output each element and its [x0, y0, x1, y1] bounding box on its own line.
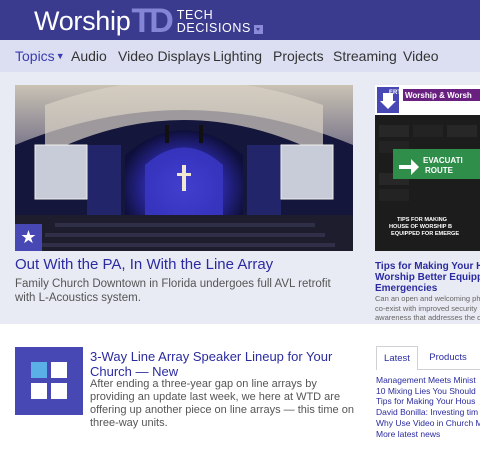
hero-image[interactable]	[15, 85, 353, 251]
latest-news-list: Management Meets Minist 10 Mixing Lies Y…	[376, 375, 480, 439]
sidebar-feature-image[interactable]: ERT ES Worship & Worsh EVACUATI ROUTE TI…	[375, 85, 480, 251]
evacuation-sign-illustration: ERT ES Worship & Worsh EVACUATI ROUTE TI…	[375, 85, 480, 251]
latest-news-item[interactable]: Management Meets Minist	[376, 375, 480, 386]
nav-item-video[interactable]: Video	[403, 48, 439, 64]
star-icon: ★	[15, 224, 42, 251]
grid-square	[31, 362, 47, 378]
main-nav: Topics▼ Audio Video Displays Lighting Pr…	[0, 40, 480, 72]
logo-dropdown-icon	[253, 24, 263, 34]
article-thumbnail[interactable]	[15, 347, 83, 415]
latest-news-item[interactable]: Tips for Making Your Hous	[376, 396, 480, 407]
feature-caption-3: EQUIPPED FOR EMERGE	[391, 231, 459, 237]
hero-description: Family Church Downtown in Florida underg…	[15, 278, 331, 304]
tab-latest[interactable]: Latest	[376, 346, 418, 370]
feature-caption-2: HOUSE OF WORSHIP B	[389, 224, 452, 230]
nav-item-audio[interactable]: Audio	[71, 48, 107, 64]
latest-news-item[interactable]: David Bonilla: Investing tim	[376, 407, 480, 418]
latest-news-item[interactable]: Why Use Video in Church M	[376, 418, 480, 429]
site-header: Worship TD TECH DECISIONS	[0, 0, 480, 40]
feature-caption-1: TIPS FOR MAKING	[397, 217, 447, 223]
nav-item-lighting[interactable]: Lighting	[213, 48, 262, 64]
grid-square	[31, 383, 47, 399]
feature-sign-text-1: EVACUATI	[423, 156, 463, 165]
site-logo[interactable]: Worship TD TECH DECISIONS	[34, 2, 263, 40]
sidebar-feature-title[interactable]: Tips for Making Your Ho Worship Better E…	[375, 261, 480, 294]
grid-square	[51, 383, 67, 399]
nav-item-topics[interactable]: Topics▼	[15, 48, 65, 64]
logo-mark: TD	[131, 2, 173, 40]
church-stage-illustration	[15, 85, 353, 251]
nav-item-label: Topics	[15, 48, 55, 64]
more-latest-news-link[interactable]: More latest news	[376, 429, 480, 440]
tab-products[interactable]: Products	[418, 346, 478, 370]
logo-subtitle: TECH DECISIONS	[177, 9, 263, 35]
latest-news-item[interactable]: 10 Mixing Lies You Should	[376, 386, 480, 397]
nav-item-projects[interactable]: Projects	[273, 48, 324, 64]
feature-banner-right: Worship & Worsh	[405, 91, 472, 100]
sidebar-feature-description: Can an open and welcoming ph co-exist wi…	[375, 294, 480, 322]
nav-item-streaming[interactable]: Streaming	[333, 48, 397, 64]
article-description: After ending a three-year gap on line ar…	[90, 378, 354, 429]
logo-word: Worship	[34, 6, 131, 36]
article-title[interactable]: 3-Way Line Array Speaker Lineup for Your…	[90, 349, 360, 379]
feature-sign-text-2: ROUTE	[425, 166, 454, 175]
logo-line-2: DECISIONS	[176, 21, 251, 35]
tab-divider	[418, 369, 480, 370]
hero-title[interactable]: Out With the PA, In With the Line Array	[15, 256, 273, 273]
nav-item-video-displays[interactable]: Video Displays	[118, 48, 210, 64]
chevron-down-icon: ▼	[55, 51, 65, 61]
grid-square	[51, 362, 67, 378]
